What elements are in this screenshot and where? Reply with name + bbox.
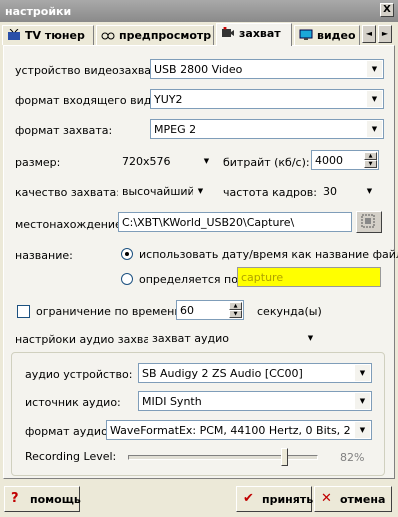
help-button[interactable]: ? помощь bbox=[4, 486, 81, 512]
input-format-label: формат входящего видео: bbox=[15, 94, 169, 107]
tab-scroll-right-button[interactable]: ► bbox=[378, 25, 392, 43]
quality-label: качество захвата: bbox=[15, 186, 120, 199]
capture-format-label: формат захвата: bbox=[15, 124, 113, 137]
film-camera-icon bbox=[222, 27, 234, 37]
chevron-down-icon: ▼ bbox=[355, 422, 370, 438]
monitor-icon bbox=[299, 29, 313, 40]
audio-source-label: источник аудио: bbox=[25, 396, 121, 409]
audio-format-label: формат аудио: bbox=[25, 425, 112, 438]
title-bar: настройки X bbox=[0, 0, 398, 22]
time-limit-unit: секунда(ы) bbox=[257, 305, 322, 318]
audio-source-select[interactable]: MIDI Synth ▼ bbox=[138, 391, 372, 411]
audio-settings-select[interactable]: захват аудио ▼ bbox=[148, 328, 320, 348]
video-device-select[interactable]: USB 2800 Video ▼ bbox=[150, 59, 384, 79]
folder-browse-icon bbox=[361, 214, 375, 228]
bitrate-label: битрайт (кб/с): bbox=[223, 156, 310, 169]
chevron-down-icon: ▼ bbox=[303, 330, 318, 346]
tv-tuner-icon bbox=[8, 29, 20, 40]
framerate-label: частота кадров: bbox=[223, 186, 317, 199]
chevron-down-icon: ▼ bbox=[367, 91, 382, 107]
name-label: название: bbox=[15, 249, 73, 262]
chevron-down-icon: ▼ bbox=[367, 121, 382, 137]
chevron-down-icon: ▼ bbox=[367, 61, 382, 77]
recording-level-track bbox=[128, 455, 318, 460]
close-icon: ✕ bbox=[321, 491, 332, 506]
help-icon: ? bbox=[11, 491, 19, 506]
glasses-icon bbox=[101, 32, 115, 40]
cancel-button[interactable]: ✕ отмена bbox=[314, 486, 392, 512]
chevron-down-icon: ▼ bbox=[193, 183, 208, 199]
window-title: настройки bbox=[5, 5, 72, 18]
tab-scroll-left-button[interactable]: ◄ bbox=[362, 25, 376, 43]
chevron-down-icon: ▼ bbox=[362, 183, 377, 199]
size-select[interactable]: 720x576 ▼ bbox=[118, 151, 216, 171]
video-device-label: устройство видеозахвата: bbox=[15, 64, 168, 77]
time-limit-checkbox[interactable] bbox=[17, 305, 30, 318]
tab-strip: TV тюнер предпросмотр захват видео ◄ ► bbox=[0, 23, 398, 46]
spin-down-icon[interactable]: ▼ bbox=[364, 160, 377, 168]
chevron-down-icon: ▼ bbox=[355, 393, 370, 409]
name-custom-radio[interactable] bbox=[121, 273, 133, 285]
spin-down-icon[interactable]: ▼ bbox=[229, 310, 242, 318]
checkmark-icon: ✔ bbox=[243, 491, 254, 506]
apply-button[interactable]: ✔ принять bbox=[236, 486, 313, 512]
custom-name-field[interactable]: capture bbox=[237, 267, 381, 287]
capture-format-select[interactable]: MPEG 2 ▼ bbox=[150, 119, 384, 139]
name-datetime-radio[interactable] bbox=[121, 248, 133, 260]
name-custom-label: определяется по bbox=[139, 273, 238, 286]
framerate-select[interactable]: 30 ▼ bbox=[319, 181, 379, 201]
location-field[interactable]: C:\XBT\KWorld_USB20\Capture\ bbox=[118, 212, 352, 232]
chevron-down-icon: ▼ bbox=[199, 153, 214, 169]
spin-up-icon[interactable]: ▲ bbox=[364, 152, 377, 160]
location-label: местонахождение: bbox=[15, 218, 126, 231]
audio-settings-label: настрйоки аудио захвата: bbox=[15, 333, 167, 346]
recording-level-label: Recording Level: bbox=[25, 450, 117, 463]
bitrate-spinner[interactable]: 4000 ▲ ▼ bbox=[311, 150, 379, 170]
tab-tv-tuner[interactable]: TV тюнер bbox=[2, 25, 94, 45]
recording-level-value: 82% bbox=[340, 451, 365, 464]
chevron-down-icon: ▼ bbox=[355, 365, 370, 381]
time-limit-spinner[interactable]: 60 ▲ ▼ bbox=[176, 300, 244, 320]
audio-device-select[interactable]: SB Audigy 2 ZS Audio [CC00] ▼ bbox=[138, 363, 372, 383]
tab-preview[interactable]: предпросмотр bbox=[96, 25, 214, 45]
input-format-select[interactable]: YUY2 ▼ bbox=[150, 89, 384, 109]
spin-up-icon[interactable]: ▲ bbox=[229, 302, 242, 310]
close-button[interactable]: X bbox=[380, 3, 394, 17]
tab-video[interactable]: видео bbox=[294, 25, 360, 45]
tab-capture[interactable]: захват bbox=[216, 23, 292, 46]
size-label: размер: bbox=[15, 156, 61, 169]
time-limit-label: ограничение по времени bbox=[36, 305, 182, 318]
browse-folder-button[interactable] bbox=[356, 211, 382, 233]
quality-select[interactable]: высочайший ▼ bbox=[118, 181, 210, 201]
recording-level-slider[interactable] bbox=[281, 448, 288, 466]
name-datetime-label: использовать дату/время как название фай… bbox=[139, 248, 398, 261]
audio-format-select[interactable]: WaveFormatEx: PCM, 44100 Hertz, 0 Bits, … bbox=[106, 420, 372, 440]
audio-device-label: аудио устройство: bbox=[25, 368, 133, 381]
button-bar: ? помощь ✔ принять ✕ отмена bbox=[0, 480, 398, 517]
